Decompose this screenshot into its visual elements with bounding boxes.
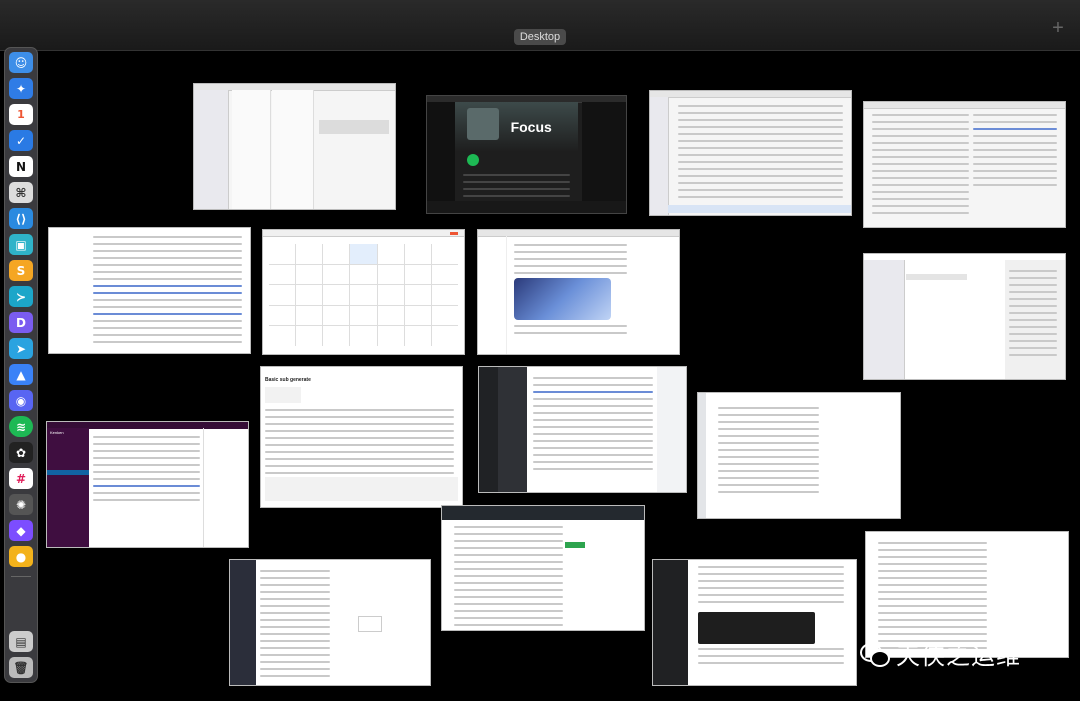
calendar-icon[interactable]: 1 — [9, 104, 33, 125]
things-icon[interactable]: ✓ — [9, 130, 33, 151]
sublime-icon[interactable]: S — [9, 260, 33, 281]
watermark: 天侠之运维 — [860, 636, 1021, 671]
notion-icon[interactable]: N — [9, 156, 33, 177]
spotify-window[interactable]: Focus — [426, 95, 627, 214]
markdown-window[interactable]: Basic sub generate — [260, 366, 463, 508]
finder-icon[interactable]: ☺ — [9, 52, 33, 73]
playlist-title: Focus — [510, 119, 552, 135]
vscode-icon[interactable]: ⟨⟩ — [9, 208, 33, 229]
calendar-window[interactable] — [262, 229, 465, 355]
telegram-icon[interactable]: ➤ — [9, 338, 33, 359]
slack-window[interactable]: Kenken — [46, 421, 249, 548]
desktop-space-label[interactable]: Desktop — [514, 29, 566, 45]
mail-client-window[interactable] — [229, 559, 431, 686]
mission-control-spaces-bar: Desktop + — [0, 0, 1080, 51]
spotify-icon[interactable]: ≋ — [9, 416, 33, 437]
notes-window[interactable] — [48, 227, 251, 354]
chatgpt-window[interactable] — [652, 559, 857, 686]
code-editor-window[interactable] — [863, 101, 1066, 228]
envelope-icon — [358, 616, 382, 632]
trash-icon[interactable]: 🗑 — [9, 657, 33, 678]
todo-window[interactable] — [649, 90, 852, 216]
twitter-window[interactable] — [477, 229, 680, 355]
figma-icon[interactable]: ✿ — [9, 442, 33, 463]
prompt-icon[interactable]: ≻ — [9, 286, 33, 307]
terminal-icon[interactable]: ▣ — [9, 234, 33, 255]
finder-window[interactable] — [193, 83, 396, 210]
discord-members-window[interactable] — [697, 392, 901, 519]
dock: ☺ ✦ 1 ✓ N ⌘ ⟨⟩ ▣ S ≻ D ➤ ▲ ◉ ≋ ✿ # ✺ ◆ ●… — [4, 47, 38, 683]
downloads-folder-icon[interactable]: ▤ — [9, 631, 33, 652]
add-space-button[interactable]: + — [1048, 18, 1068, 38]
obsidian-icon[interactable]: ◆ — [9, 520, 33, 541]
testflight-icon[interactable]: ▲ — [9, 364, 33, 385]
mail-window[interactable] — [863, 253, 1066, 380]
document-heading: Basic sub generate — [265, 377, 311, 383]
discord-window[interactable] — [478, 366, 687, 493]
safari-icon[interactable]: ✦ — [9, 78, 33, 99]
dash-icon[interactable]: D — [9, 312, 33, 333]
chatgpt-icon[interactable]: ✺ — [9, 494, 33, 515]
github-window[interactable] — [441, 505, 645, 631]
discord-icon[interactable]: ◉ — [9, 390, 33, 411]
workspace-name: Kenken — [50, 430, 64, 435]
lemon-icon[interactable]: ● — [9, 546, 33, 567]
dock-divider — [11, 576, 31, 577]
wechat-logo — [860, 641, 890, 667]
watermark-text: 天侠之运维 — [896, 642, 1021, 670]
script-editor-icon[interactable]: ⌘ — [9, 182, 33, 203]
slack-icon[interactable]: # — [9, 468, 33, 489]
